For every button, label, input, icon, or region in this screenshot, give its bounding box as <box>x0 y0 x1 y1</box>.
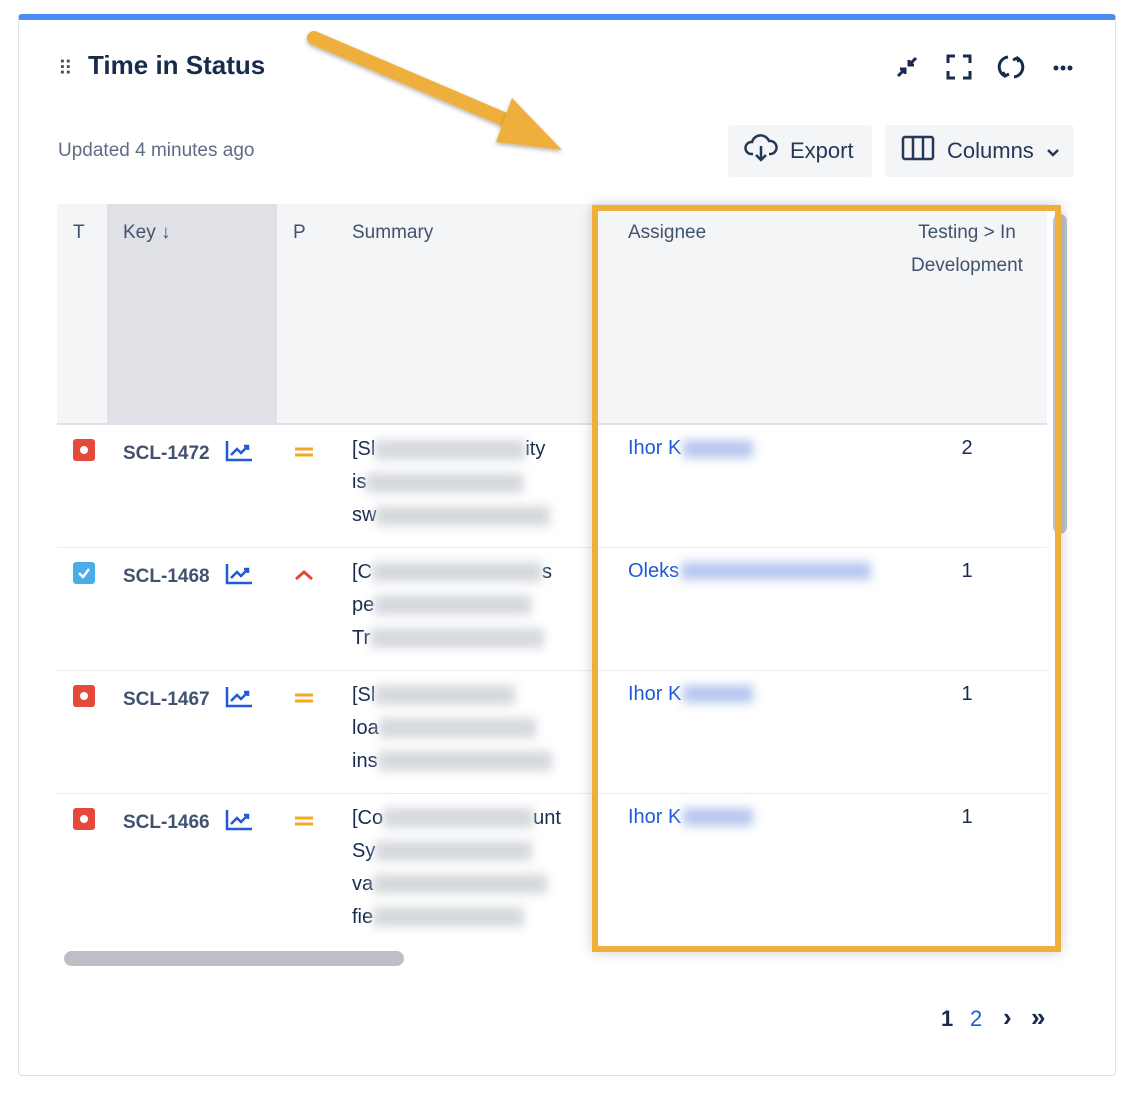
status-time-cell: 1 <box>887 546 1047 670</box>
page-2[interactable]: 2 <box>970 1006 982 1032</box>
summary-text: ins <box>352 749 378 772</box>
priority-high-icon <box>293 566 315 588</box>
time-in-status-table: T Key ↓ P Summary Assignee Testing > In … <box>57 204 1047 934</box>
refresh-icon[interactable] <box>994 50 1028 84</box>
assignee-cell[interactable]: Ihor K <box>595 792 887 934</box>
status-time-value: 1 <box>961 805 973 828</box>
key-cell[interactable]: SCL-1468 <box>107 546 277 670</box>
priority-medium-icon <box>293 689 315 711</box>
export-label: Export <box>790 138 854 163</box>
chart-trend-icon[interactable] <box>224 808 254 838</box>
task-icon <box>73 561 95 584</box>
more-icon[interactable] <box>1046 50 1080 84</box>
cloud-download-icon <box>744 133 790 169</box>
column-header-assignee[interactable]: Assignee <box>595 204 887 424</box>
type-cell <box>57 546 107 670</box>
table-row[interactable]: SCL-1467 [Sl loa ins Ihor K 1 <box>57 669 1047 793</box>
export-button[interactable]: Export <box>728 125 872 177</box>
type-cell <box>57 669 107 793</box>
assignee-cell[interactable]: Oleks <box>595 546 887 670</box>
columns-label: Columns <box>947 138 1034 163</box>
summary-text: is <box>352 471 367 493</box>
key-cell[interactable]: SCL-1472 <box>107 423 277 547</box>
fullscreen-icon[interactable] <box>942 50 976 84</box>
summary-text: va <box>352 872 374 895</box>
summary-text: [Sl <box>352 438 376 460</box>
issue-key[interactable]: SCL-1472 <box>123 443 210 465</box>
status-time-value: 1 <box>961 682 973 705</box>
assignee-cell[interactable]: Ihor K <box>595 669 887 793</box>
column-header-summary[interactable]: Summary <box>336 204 595 424</box>
summary-cell[interactable]: [Sl ity is sw <box>336 423 595 547</box>
assignee-name[interactable]: Ihor K <box>628 683 681 705</box>
priority-medium-icon <box>293 812 315 834</box>
status-time-cell: 1 <box>887 792 1047 934</box>
summary-text: fie <box>352 905 374 928</box>
column-header-priority[interactable]: P <box>277 204 336 424</box>
issue-key[interactable]: SCL-1467 <box>123 689 210 711</box>
summary-text: [Sl <box>352 683 376 706</box>
priority-cell <box>277 669 336 793</box>
gadget-title: Time in Status <box>88 50 266 80</box>
summary-text: loa <box>352 716 379 739</box>
minimize-icon[interactable] <box>890 50 924 84</box>
priority-cell <box>277 423 336 547</box>
assignee-cell[interactable]: Ihor K <box>595 423 887 547</box>
status-time-value: 1 <box>961 559 973 582</box>
summary-text: Sy <box>352 839 376 862</box>
priority-cell <box>277 546 336 670</box>
status-time-value: 2 <box>961 437 973 459</box>
key-cell[interactable]: SCL-1466 <box>107 792 277 934</box>
issue-key[interactable]: SCL-1466 <box>123 812 210 834</box>
status-time-cell: 2 <box>887 423 1047 547</box>
last-page-button[interactable]: » <box>1031 1002 1045 1033</box>
summary-cell[interactable]: [Sl loa ins <box>336 669 595 793</box>
column-header-status-time[interactable]: Testing > In Development <box>887 204 1047 424</box>
assignee-name[interactable]: Oleks <box>628 560 679 582</box>
assignee-name[interactable]: Ihor K <box>628 806 681 828</box>
summary-text: [C <box>352 560 372 583</box>
bug-icon <box>73 807 95 830</box>
chevron-down-icon <box>1046 138 1072 164</box>
type-cell <box>57 423 107 547</box>
table-row[interactable]: SCL-1466 [Co unt Sy va fie Ihor K 1 <box>57 792 1047 934</box>
column-header-key[interactable]: Key ↓ <box>107 204 277 424</box>
issue-key[interactable]: SCL-1468 <box>123 566 210 588</box>
columns-button[interactable]: Columns <box>885 125 1074 177</box>
summary-text: [Co <box>352 806 384 829</box>
status-time-header-label: Testing > In Development <box>911 222 1023 276</box>
next-page-button[interactable]: › <box>1003 1002 1012 1033</box>
summary-cell[interactable]: [Co unt Sy va fie <box>336 792 595 934</box>
updated-timestamp: Updated 4 minutes ago <box>58 140 255 161</box>
type-cell <box>57 792 107 934</box>
drag-handle-icon[interactable]: ⠿ <box>58 56 74 81</box>
priority-medium-icon <box>293 443 315 465</box>
horizontal-scrollbar[interactable] <box>64 951 404 966</box>
vertical-scrollbar[interactable] <box>1053 214 1067 534</box>
summary-text: Tr <box>352 626 371 649</box>
chart-trend-icon[interactable] <box>224 439 254 469</box>
chart-trend-icon[interactable] <box>224 685 254 715</box>
priority-cell <box>277 792 336 934</box>
chart-trend-icon[interactable] <box>224 562 254 592</box>
key-cell[interactable]: SCL-1467 <box>107 669 277 793</box>
summary-cell[interactable]: [C s pe Tr <box>336 546 595 670</box>
table-row[interactable]: SCL-1468 [C s pe Tr Oleks 1 <box>57 546 1047 670</box>
column-header-type[interactable]: T <box>57 204 107 424</box>
columns-icon <box>901 135 947 167</box>
annotation-arrow <box>307 31 562 150</box>
bug-icon <box>73 684 95 707</box>
page-1[interactable]: 1 <box>941 1006 953 1032</box>
summary-text: sw <box>352 504 377 526</box>
summary-text: pe <box>352 593 375 616</box>
status-time-cell: 1 <box>887 669 1047 793</box>
table-row[interactable]: SCL-1472 [Sl ity is sw Ihor K 2 <box>57 423 1047 547</box>
bug-icon <box>73 439 95 461</box>
assignee-name[interactable]: Ihor K <box>628 437 681 459</box>
